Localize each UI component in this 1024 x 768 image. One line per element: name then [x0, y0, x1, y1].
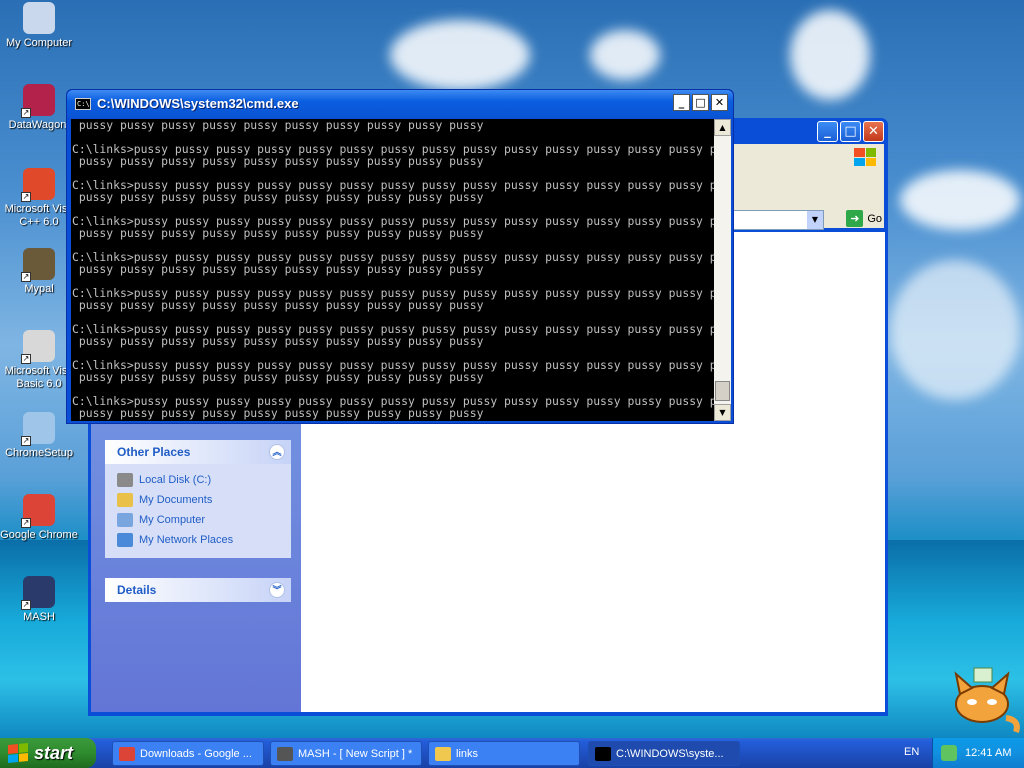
cmd-icon: C:\ — [75, 98, 91, 110]
scroll-down-icon[interactable]: ▼ — [714, 404, 731, 421]
other-places-link-label: My Documents — [139, 494, 213, 506]
details-title: Details — [117, 583, 157, 597]
taskbar-button-label: Downloads - Google ... — [140, 747, 252, 760]
taskbar-button[interactable]: links — [428, 741, 580, 766]
network-places-icon — [117, 533, 133, 547]
details-header[interactable]: Details ︾ — [105, 578, 291, 602]
cloud-decoration — [590, 30, 660, 80]
cmd-maximize-button[interactable]: □ — [692, 94, 709, 111]
clock[interactable]: 12:41 AM — [965, 747, 1011, 759]
my-computer-icon — [117, 513, 133, 527]
explorer-minimize-button[interactable]: _ — [817, 121, 838, 142]
chrome-icon — [119, 746, 135, 761]
address-bar-field[interactable]: ▼ — [728, 210, 824, 230]
shortcut-arrow-icon: ↗ — [21, 518, 31, 528]
go-button[interactable]: ➜ Go — [846, 210, 882, 227]
console-line: pussy pussy pussy pussy pussy pussy puss… — [72, 226, 484, 240]
shortcut-arrow-icon: ↗ — [21, 436, 31, 446]
other-places-link[interactable]: Local Disk (C:) — [117, 470, 279, 490]
cloud-decoration — [890, 260, 1020, 400]
console-line: pussy pussy pussy pussy pussy pussy puss… — [72, 406, 484, 420]
desktop-icon-label: MASH — [23, 611, 55, 623]
console-line: pussy pussy pussy pussy pussy pussy puss… — [72, 370, 484, 384]
scroll-up-icon[interactable]: ▲ — [714, 119, 731, 136]
scroll-thumb[interactable] — [715, 381, 730, 401]
language-indicator[interactable]: EN — [904, 746, 919, 758]
cmd-titlebar[interactable]: C:\ C:\WINDOWS\system32\cmd.exe _ □ ✕ — [67, 90, 733, 118]
visual-cpp-icon: ↗ — [21, 168, 55, 202]
cmd-minimize-button[interactable]: _ — [673, 94, 690, 111]
desktop-icon-label: My Computer — [5, 37, 73, 49]
expand-chevron-icon[interactable]: ︾ — [269, 582, 285, 598]
taskbar-button-label: C:\WINDOWS\syste... — [616, 747, 724, 760]
local-disk-icon — [117, 473, 133, 487]
datawagon-icon: ↗ — [21, 84, 55, 118]
address-dropdown-button[interactable]: ▼ — [807, 211, 823, 229]
cloud-decoration — [790, 10, 870, 100]
start-button[interactable]: start — [0, 738, 96, 768]
desktop-icon[interactable]: My Computer — [0, 2, 78, 50]
console-line: pussy pussy pussy pussy pussy pussy puss… — [72, 154, 484, 168]
shortcut-arrow-icon: ↗ — [21, 600, 31, 610]
cmd-icon — [595, 746, 611, 761]
shortcut-arrow-icon: ↗ — [21, 192, 31, 202]
console-line: pussy pussy pussy pussy pussy pussy puss… — [72, 262, 484, 276]
other-places-link-label: My Computer — [139, 514, 206, 526]
my-documents-icon — [117, 493, 133, 507]
cloud-decoration — [900, 170, 1020, 230]
explorer-maximize-button[interactable]: □ — [840, 121, 861, 142]
explorer-close-button[interactable]: ✕ — [863, 121, 884, 142]
shortcut-arrow-icon: ↗ — [21, 354, 31, 364]
cmd-title: C:\WINDOWS\system32\cmd.exe — [97, 96, 299, 111]
taskbar-button[interactable]: Downloads - Google ... — [112, 741, 264, 766]
other-places-link-label: My Network Places — [139, 534, 234, 546]
desktop-icon-label: ChromeSetup — [5, 447, 73, 459]
other-places-title: Other Places — [117, 445, 191, 459]
details-panel: Details ︾ — [105, 578, 291, 602]
console-line: pussy pussy pussy pussy pussy pussy puss… — [72, 190, 484, 204]
visual-basic-icon: ↗ — [21, 330, 55, 364]
cmd-close-button[interactable]: ✕ — [711, 94, 728, 111]
other-places-header[interactable]: Other Places ︽ — [105, 440, 291, 464]
shortcut-arrow-icon: ↗ — [21, 108, 31, 118]
chrome-icon: ↗ — [21, 494, 55, 528]
cmd-window[interactable]: C:\ C:\WINDOWS\system32\cmd.exe _ □ ✕ pu… — [66, 89, 734, 424]
other-places-link[interactable]: My Documents — [117, 490, 279, 510]
desktop-icon[interactable]: ↗ MASH — [0, 576, 78, 624]
other-places-link[interactable]: My Computer — [117, 510, 279, 530]
console-output[interactable]: pussy pussy pussy pussy pussy pussy puss… — [71, 119, 714, 421]
mash-icon: ↗ — [21, 576, 55, 610]
console-line: pussy pussy pussy pussy pussy pussy puss… — [72, 298, 484, 312]
cat-mascot-icon — [954, 667, 1020, 733]
cmd-scrollbar[interactable]: ▲ ▼ — [714, 119, 731, 421]
taskbar-button-label: MASH - [ New Script ] * — [298, 747, 413, 760]
taskbar: start EN 12:41 AM Downloads - Google ...… — [0, 738, 1024, 768]
other-places-link-label: Local Disk (C:) — [139, 474, 212, 486]
collapse-chevron-icon[interactable]: ︽ — [269, 444, 285, 460]
windows-flag-icon — [854, 148, 876, 166]
windows-logo-icon — [8, 742, 28, 764]
desktop-icon[interactable]: ↗ Google Chrome — [0, 494, 78, 542]
taskbar-button-label: links — [456, 747, 479, 760]
taskbar-button[interactable]: MASH - [ New Script ] * — [270, 741, 422, 766]
other-places-link[interactable]: My Network Places — [117, 530, 279, 550]
folder-icon — [435, 746, 451, 761]
other-places-panel: Other Places ︽ Local Disk (C:) My Documen… — [105, 440, 291, 558]
console-line: pussy pussy pussy pussy pussy pussy puss… — [72, 334, 484, 348]
taskbar-button[interactable]: C:\WINDOWS\syste... — [588, 741, 740, 766]
go-label: Go — [867, 212, 882, 225]
cloud-decoration — [390, 20, 530, 90]
start-label: start — [34, 742, 74, 763]
chrome-setup-icon: ↗ — [21, 412, 55, 446]
system-tray: 12:41 AM — [932, 738, 1024, 768]
mypal-icon: ↗ — [21, 248, 55, 282]
console-line: pussy pussy pussy pussy pussy pussy puss… — [72, 119, 484, 132]
mash-icon — [277, 746, 293, 761]
shortcut-arrow-icon: ↗ — [21, 272, 31, 282]
desktop-icon-label: Google Chrome — [0, 529, 78, 541]
go-arrow-icon: ➜ — [846, 210, 864, 227]
tray-network-icon[interactable] — [941, 745, 957, 761]
my-computer-icon — [23, 2, 55, 34]
